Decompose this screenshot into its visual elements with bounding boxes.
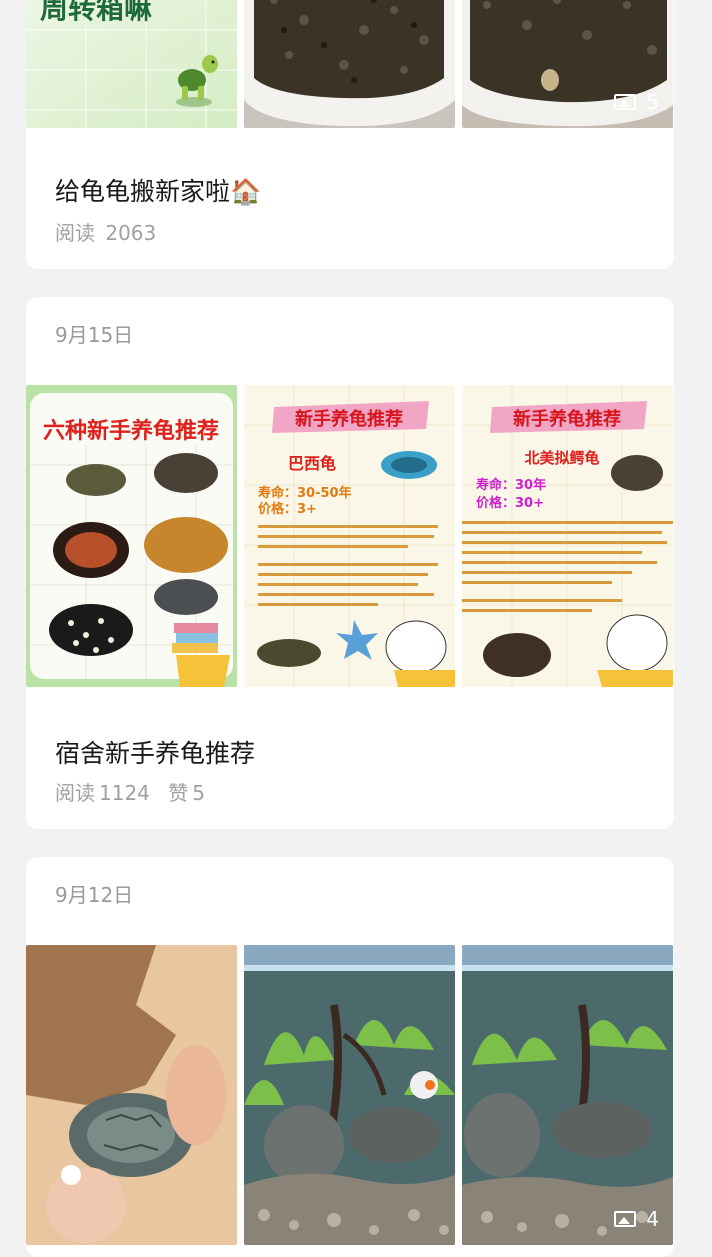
post-image[interactable]: 六种新手养龟推荐 [26, 385, 237, 687]
svg-text:价格：3+: 价格：3+ [258, 501, 317, 517]
read-count: 1124 [99, 781, 150, 805]
life-value: 30年 [515, 477, 546, 493]
like-count: 5 [192, 781, 205, 805]
image-count-badge: 4 [614, 1207, 659, 1231]
post-image[interactable]: 新手养龟推荐 巴西龟 寿命：30-50年 价格：3+ [244, 385, 455, 687]
image-grid[interactable]: 周转箱嘛 5 [26, 0, 674, 128]
poster-turtle-name: 巴西龟 [288, 454, 336, 473]
post-image[interactable]: 新手养龟推荐 北美拟鳄龟 寿命：30年 价格：30+ [462, 385, 673, 687]
post-date: 9月15日 [55, 323, 134, 347]
read-label: 阅读 [55, 781, 95, 805]
poster-heading: 新手养龟推荐 [295, 408, 403, 430]
image-grid[interactable]: 4 [26, 945, 674, 1245]
poster-heading: 六种新手养龟推荐 [43, 418, 219, 444]
post-image[interactable]: 周转箱嘛 [26, 0, 237, 128]
image-grid[interactable]: 六种新手养龟推荐 新手养龟推荐 巴西龟 寿命：30-50年 价格：3+ 新手养龟… [26, 385, 674, 687]
image-icon [614, 1211, 637, 1227]
price-label: 价格： [476, 495, 515, 511]
scrollbar[interactable] [702, 0, 712, 1232]
post-card[interactable]: 9月12日 4 [26, 857, 674, 1257]
svg-text:寿命：30年: 寿命：30年 [476, 477, 546, 493]
cover-text: 周转箱嘛 [40, 0, 152, 25]
like-label: 赞 [168, 781, 189, 805]
life-value: 30-50年 [297, 485, 352, 501]
post-card[interactable]: 9月15日 六种新手养龟推荐 新手养龟推荐 巴西龟 寿命：30-50年 价格：3… [26, 297, 674, 829]
post-image[interactable] [244, 0, 455, 128]
svg-text:价格：30+: 价格：30+ [476, 495, 544, 511]
read-count: 2063 [105, 221, 157, 245]
post-image[interactable] [26, 945, 237, 1245]
life-label: 寿命： [476, 477, 515, 493]
svg-text:寿命：30-50年: 寿命：30-50年 [258, 485, 352, 501]
post-card[interactable]: 周转箱嘛 5 给龟龟搬新家啦🏠 阅读 2063 [26, 0, 674, 269]
price-value: 30+ [515, 496, 544, 511]
image-count-badge: 5 [614, 90, 659, 114]
image-icon [614, 94, 637, 110]
post-image[interactable] [244, 945, 455, 1245]
image-count: 5 [646, 90, 659, 114]
post-stats: 阅读 1124 赞5 [55, 777, 205, 806]
post-image[interactable]: 5 [462, 0, 673, 128]
poster-heading: 新手养龟推荐 [513, 408, 621, 430]
life-label: 寿命： [258, 485, 297, 501]
price-value: 3+ [297, 502, 317, 517]
read-label: 阅读 [55, 221, 95, 245]
poster-turtle-name: 北美拟鳄龟 [524, 449, 599, 467]
post-title[interactable]: 宿舍新手养龟推荐 [55, 734, 255, 770]
post-title[interactable]: 给龟龟搬新家啦🏠 [55, 172, 261, 208]
image-count: 4 [646, 1207, 659, 1231]
post-image[interactable]: 4 [462, 945, 673, 1245]
price-label: 价格： [258, 501, 297, 517]
post-stats: 阅读 2063 [55, 217, 156, 246]
post-date: 9月12日 [55, 883, 134, 907]
